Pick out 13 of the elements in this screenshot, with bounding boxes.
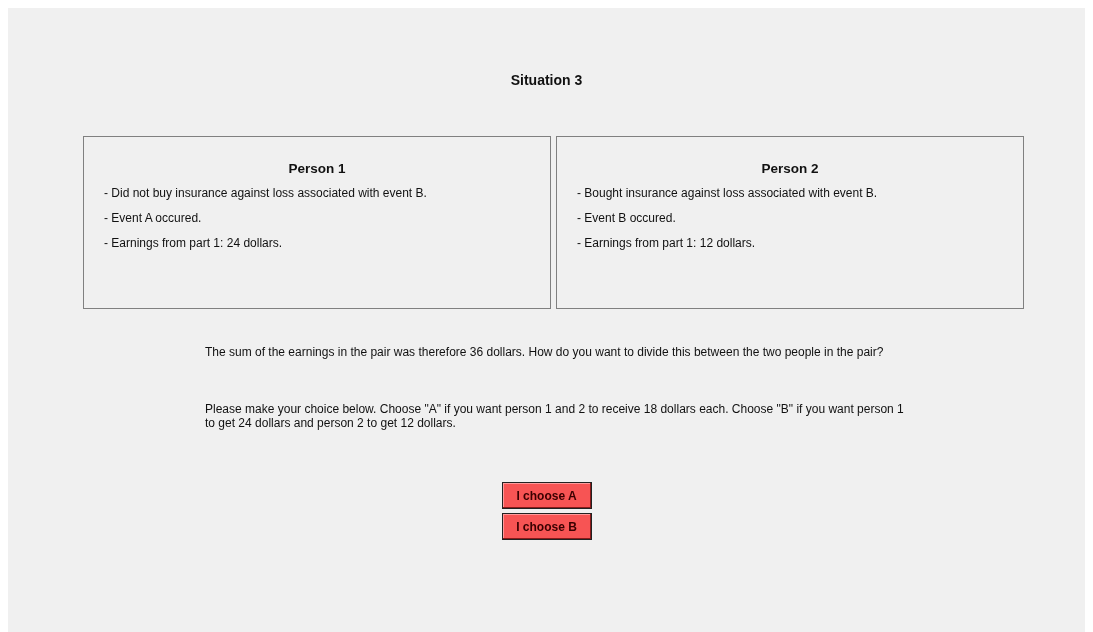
person-heading: Person 2 bbox=[760, 161, 820, 177]
person-detail: - Did not buy insurance against loss associated with event B. bbox=[104, 186, 428, 200]
instruction-text: Please make your choice below. Choose "A" if you want person 1 and 2 to receive 18 dollars each. Choose "B" if you want person 1 to get 24 dollars and person 2 to get 12 dollars. bbox=[205, 402, 905, 430]
person-detail: - Bought insurance against loss associated with event B. bbox=[577, 186, 879, 200]
person-detail: - Event B occured. bbox=[577, 211, 677, 225]
person-detail: - Earnings from part 1: 24 dollars. bbox=[104, 236, 284, 250]
person-heading: Person 1 bbox=[287, 161, 347, 177]
instruction-text: The sum of the earnings in the pair was therefore 36 dollars. How do you want to divide this between the two people in the pair? bbox=[205, 345, 885, 359]
person-detail: - Event A occured. bbox=[104, 211, 203, 225]
choice-button[interactable]: I choose B bbox=[501, 513, 592, 540]
choice-button[interactable]: I choose A bbox=[501, 482, 592, 509]
situation-title: Situation 3 bbox=[510, 72, 583, 88]
person-detail: - Earnings from part 1: 12 dollars. bbox=[577, 236, 757, 250]
